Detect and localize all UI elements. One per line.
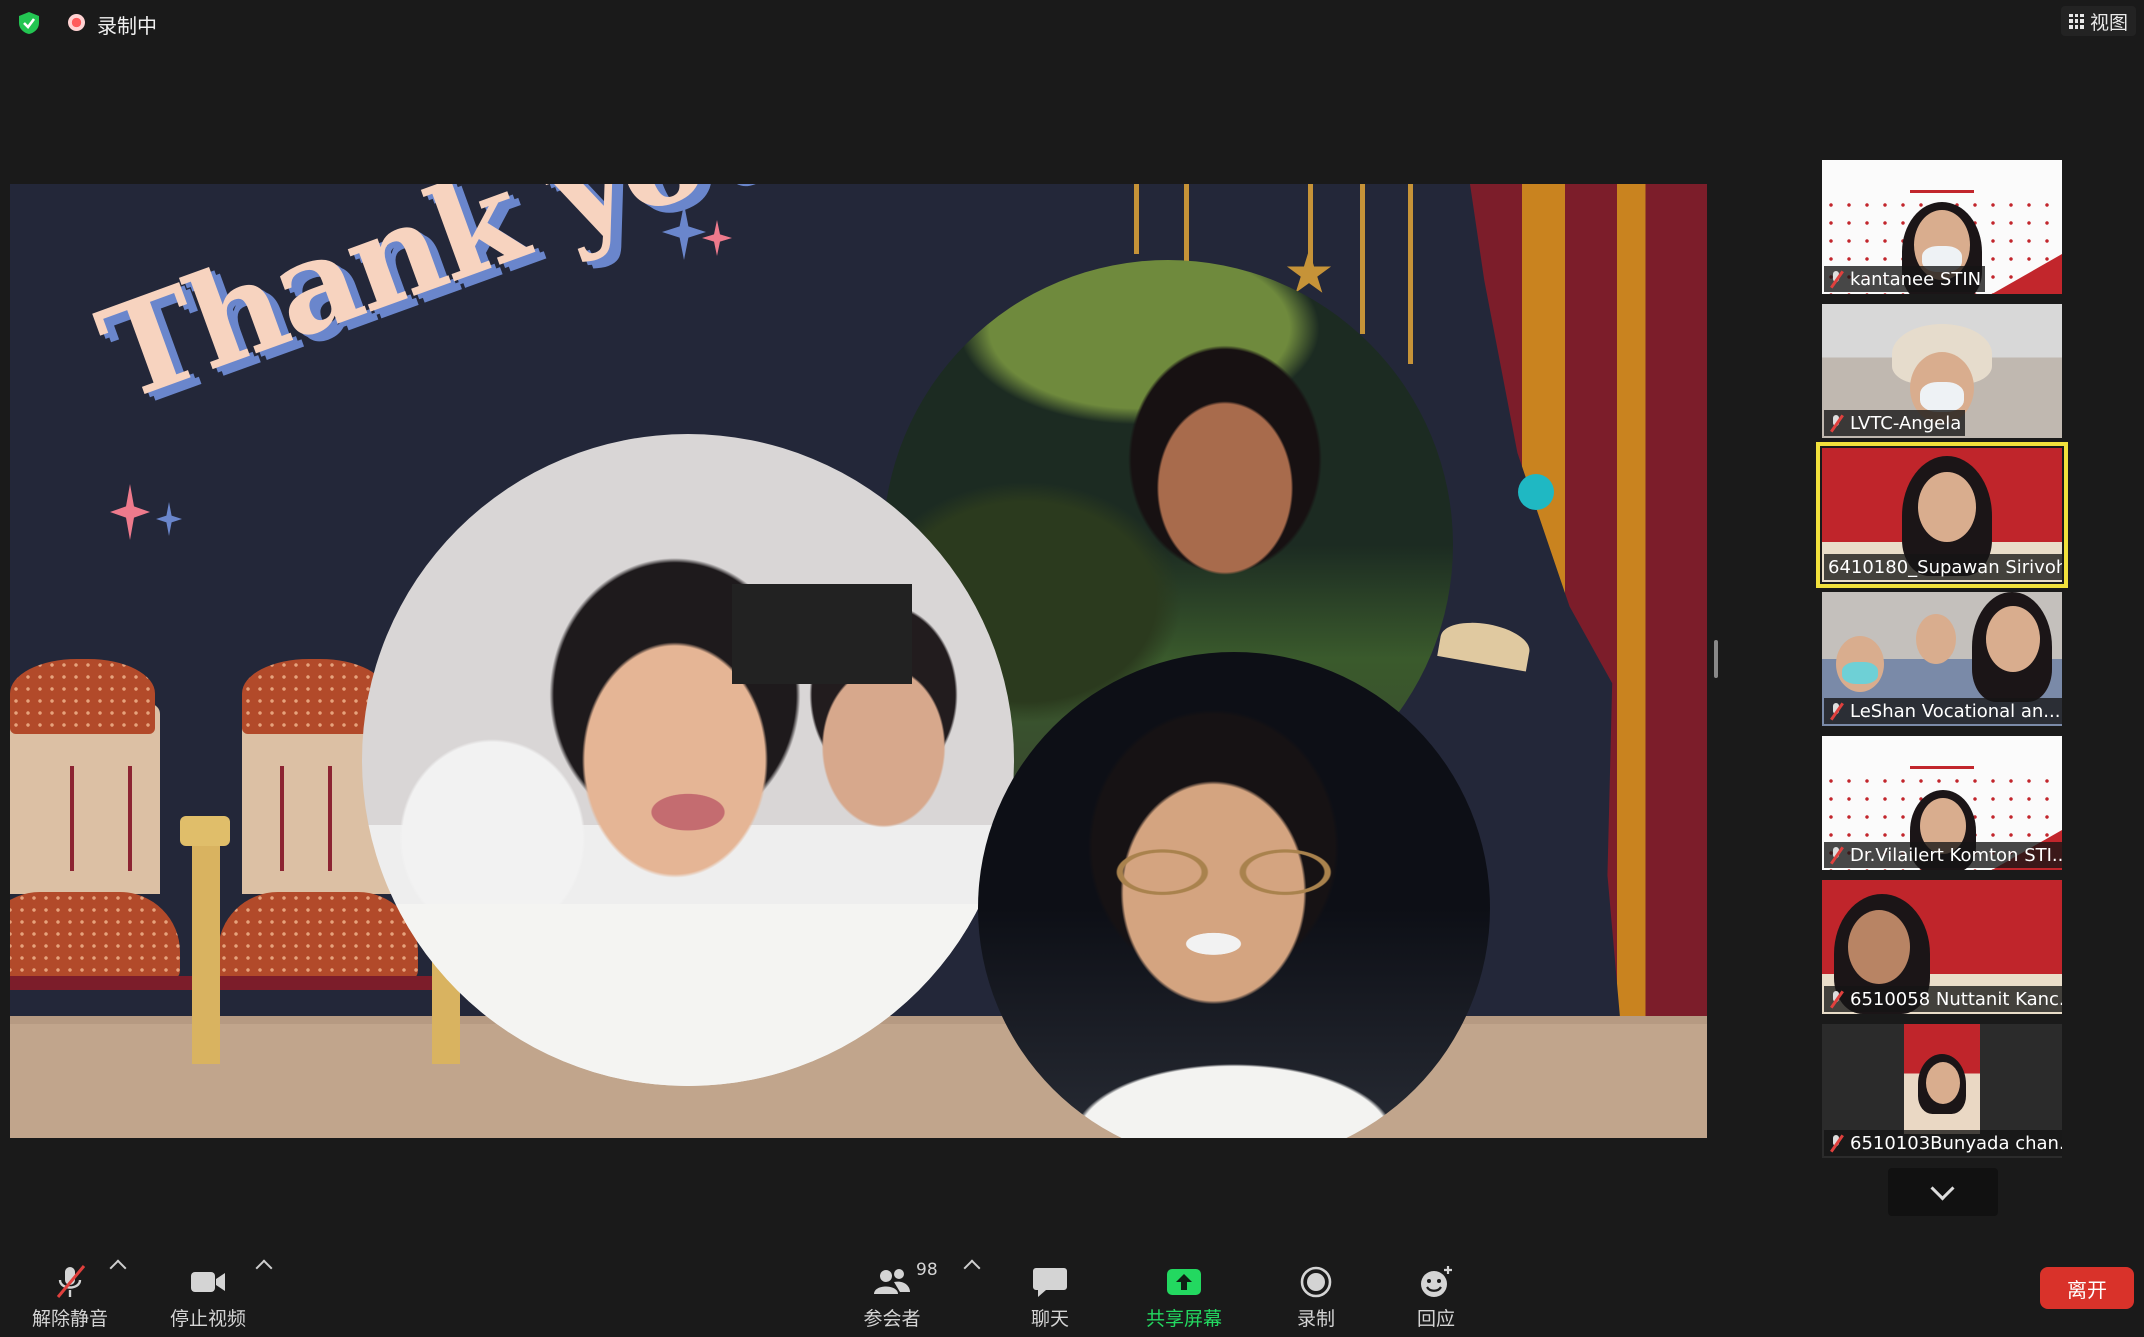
- participant-face: [1986, 606, 2040, 672]
- mic-muted-icon: [1828, 1134, 1844, 1152]
- mic-muted-icon: [1828, 702, 1844, 720]
- seat-stripe: [128, 766, 132, 871]
- record-icon: [1300, 1266, 1332, 1298]
- record-label: 录制: [1296, 1308, 1335, 1330]
- participant-name-tag: 6410180_Supawan Sirivoh...: [1824, 554, 2062, 580]
- unmute-label: 解除静音: [31, 1308, 108, 1330]
- participant-name-tag: LeShan Vocational an...: [1824, 698, 2062, 724]
- mic-muted-icon: [1828, 270, 1844, 288]
- participant-name: kantanee STIN: [1850, 268, 1982, 290]
- participant-video[interactable]: 6510058 Nuttanit Kanc...: [1822, 880, 2062, 1014]
- video-camera-icon: [191, 1272, 225, 1292]
- school-logo: [1910, 168, 1974, 193]
- sparkle-icon: [702, 220, 732, 256]
- shared-screen[interactable]: Thank you: [10, 184, 1707, 1138]
- photo-circle-group: [362, 434, 1014, 1086]
- scroll-participants-down-button[interactable]: [1888, 1168, 1998, 1216]
- grid-view-icon: [2068, 13, 2084, 29]
- face-mask: [1920, 382, 1964, 412]
- chevron-down-icon: [1930, 1176, 1955, 1201]
- participants-icon: [874, 1269, 910, 1294]
- chat-button[interactable]: 聊天: [1010, 1248, 1090, 1337]
- theater-seat-cushion: [10, 892, 180, 982]
- participant-name-tag: kantanee STIN: [1824, 266, 1986, 292]
- participant-name: 6510103Bunyada chan...: [1850, 1132, 2062, 1154]
- stop-video-button[interactable]: 停止视频: [168, 1248, 248, 1337]
- sparkle-icon: [110, 484, 150, 540]
- share-screen-icon: [1167, 1269, 1201, 1295]
- participant-video[interactable]: 6510103Bunyada chan...: [1822, 1024, 2062, 1158]
- mic-muted-icon: [1828, 414, 1844, 432]
- participant-face: [1848, 910, 1910, 984]
- participant-name-tag: LVTC-Angela: [1824, 410, 1966, 436]
- mic-muted-icon: [1828, 846, 1844, 864]
- chat-bubble-icon: [1033, 1268, 1067, 1297]
- top-bar: 录制中 视图: [0, 0, 2144, 46]
- participants-options-caret-icon[interactable]: [963, 1259, 981, 1277]
- participant-name-tag: Dr.Vilailert Komton STI...: [1824, 842, 2062, 868]
- video-options-caret-icon[interactable]: [255, 1259, 273, 1277]
- emoji-reaction-icon: [1421, 1266, 1452, 1297]
- unmute-button[interactable]: 解除静音: [30, 1248, 110, 1337]
- participants-button[interactable]: 参会者: [862, 1248, 922, 1337]
- meeting-toolbar: 解除静音 停止视频 参会者 98 聊天 共享屏幕 录制 回应: [0, 1248, 2144, 1331]
- drape-decoration: [1437, 616, 1533, 672]
- participant-name: LeShan Vocational an...: [1850, 700, 2061, 722]
- participant-video[interactable]: kantanee STIN: [1822, 160, 2062, 294]
- security-shield-icon[interactable]: [16, 10, 42, 36]
- sparkle-icon: [156, 502, 182, 536]
- reactions-button[interactable]: 回应: [1396, 1248, 1476, 1337]
- recording-icon: [68, 14, 85, 31]
- participant-face: [1926, 1062, 1960, 1104]
- participant-video-active-speaker[interactable]: 6410180_Supawan Sirivoh...: [1816, 442, 2068, 588]
- participants-label: 参会者: [863, 1308, 921, 1330]
- participant-name: LVTC-Angela: [1850, 412, 1962, 434]
- participant-video[interactable]: LeShan Vocational an...: [1822, 592, 2062, 726]
- hanging-string: [1408, 184, 1413, 364]
- participants-count: 98: [916, 1260, 938, 1280]
- participant-face: [1918, 472, 1976, 542]
- view-button-label: 视图: [2089, 11, 2128, 34]
- seat-stripe: [70, 766, 74, 871]
- theater-seat-back: [10, 659, 155, 734]
- face-mask: [1842, 662, 1878, 684]
- photo-shirts: [362, 904, 1014, 1086]
- record-button[interactable]: 录制: [1276, 1248, 1356, 1337]
- photo-circle-girl-glasses: [978, 652, 1490, 1138]
- participant-video[interactable]: Dr.Vilailert Komton STI...: [1822, 736, 2062, 870]
- share-screen-label: 共享屏幕: [1145, 1308, 1222, 1330]
- seat-armrest: [192, 834, 220, 1064]
- recording-status[interactable]: 录制中: [97, 10, 157, 39]
- microphone-muted-icon: [56, 1265, 86, 1298]
- seat-stripe: [280, 766, 284, 871]
- hanging-string: [1360, 184, 1365, 334]
- slide-title: Thank you: [82, 184, 805, 431]
- seat-stripe: [328, 766, 332, 871]
- reactions-label: 回应: [1416, 1308, 1455, 1330]
- audio-options-caret-icon[interactable]: [109, 1259, 127, 1277]
- stop-video-label: 停止视频: [169, 1308, 246, 1330]
- seat-armrest-cap: [180, 816, 230, 846]
- view-button[interactable]: 视图: [2060, 6, 2136, 36]
- dot-decoration: [1518, 474, 1554, 510]
- participant-name-tag: 6510058 Nuttanit Kanc...: [1824, 986, 2062, 1012]
- chat-label: 聊天: [1030, 1308, 1069, 1330]
- participant-name: 6410180_Supawan Sirivoh...: [1828, 556, 2062, 578]
- share-screen-button[interactable]: 共享屏幕: [1134, 1248, 1234, 1337]
- participant-name: Dr.Vilailert Komton STI...: [1850, 844, 2062, 866]
- participant-video[interactable]: LVTC-Angela: [1822, 304, 2062, 438]
- mic-muted-icon: [1828, 990, 1844, 1008]
- participant-name-tag: 6510103Bunyada chan...: [1824, 1130, 2062, 1156]
- hanging-string: [1134, 184, 1139, 254]
- participant-face: [1916, 614, 1956, 664]
- leave-meeting-button[interactable]: 离开: [2040, 1267, 2134, 1309]
- school-logo: [1910, 744, 1974, 769]
- panel-resize-handle[interactable]: [1714, 640, 1718, 678]
- photo-tv-screen: [732, 584, 912, 684]
- participant-name: 6510058 Nuttanit Kanc...: [1850, 988, 2062, 1010]
